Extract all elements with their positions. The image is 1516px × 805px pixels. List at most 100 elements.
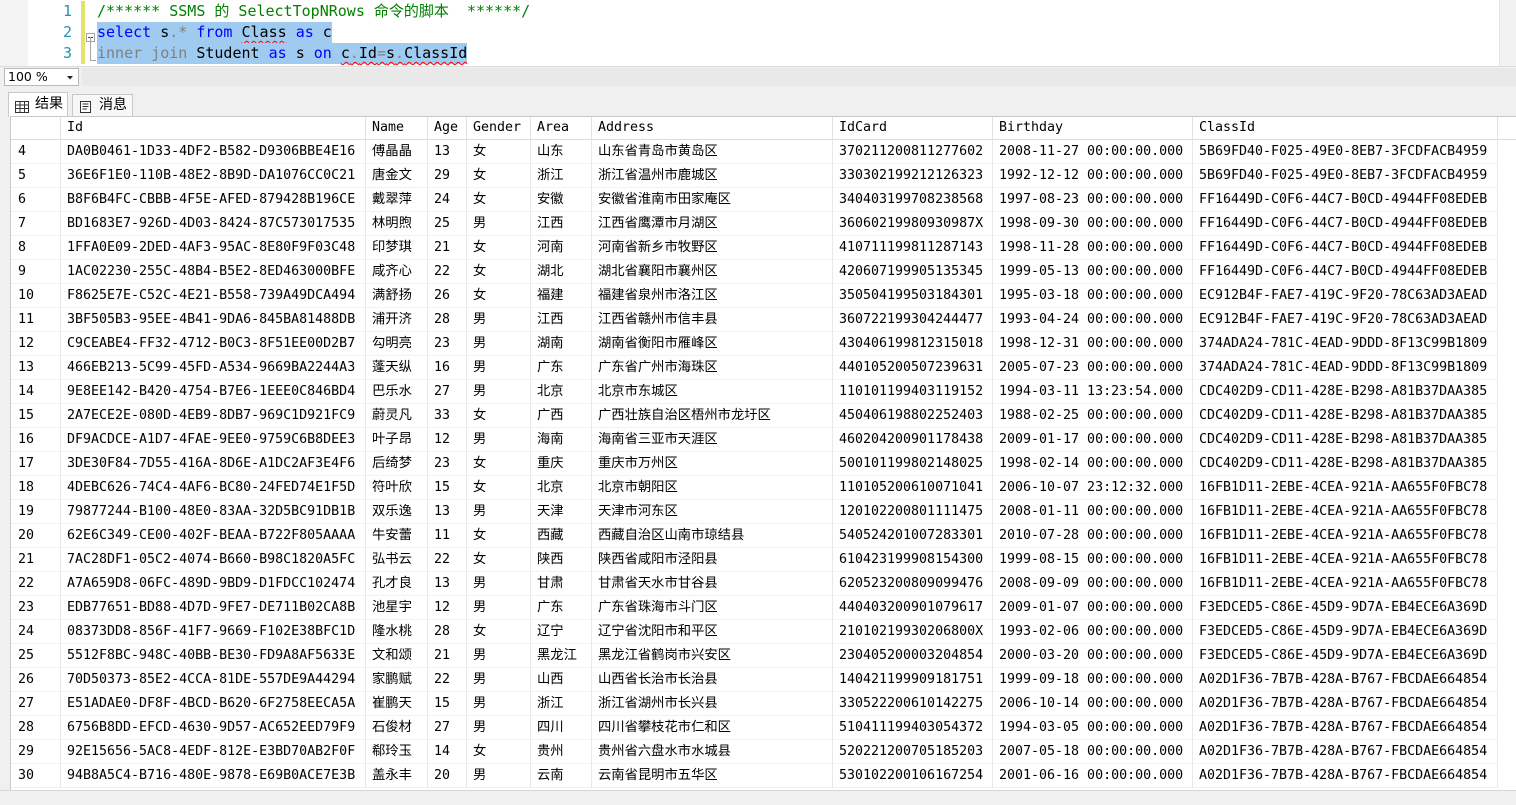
cell-address[interactable]: 陕西省咸阳市泾阳县 (592, 548, 833, 572)
cell-name[interactable]: 孔才良 (366, 572, 428, 596)
cell-birthday[interactable]: 2008-11-27 00:00:00.000 (993, 140, 1193, 164)
result-row[interactable]: 24 08373DD8-856F-41F7-9669-F102E38BFC1D 隆水… (11, 620, 1516, 644)
cell-row-number[interactable]: 5 (11, 164, 61, 188)
result-row[interactable]: 8 1FFA0E09-2DED-4AF3-95AC-8E80F9F03C48 印梦琪… (11, 236, 1516, 260)
column-header-age[interactable]: Age (428, 117, 467, 139)
result-row[interactable]: 26 70D50373-85E2-4CCA-81DE-557DE9A44294 家鹏… (11, 668, 1516, 692)
cell-classid[interactable]: CDC402D9-CD11-428E-B298-A81B37DAA385 (1193, 428, 1498, 452)
cell-name[interactable]: 咸齐心 (366, 260, 428, 284)
cell-id[interactable]: 7AC28DF1-05C2-4074-B660-B98C1820A5FC (61, 548, 366, 572)
cell-name[interactable]: 池星宇 (366, 596, 428, 620)
cell-name[interactable]: 勾明亮 (366, 332, 428, 356)
cell-area[interactable]: 云南 (531, 764, 592, 788)
cell-gender[interactable]: 女 (467, 188, 531, 212)
cell-age[interactable]: 11 (428, 524, 467, 548)
cell-address[interactable]: 辽宁省沈阳市和平区 (592, 620, 833, 644)
result-row[interactable]: 28 6756B8DD-EFCD-4630-9D57-AC652EED79F9 石俊… (11, 716, 1516, 740)
cell-birthday[interactable]: 1998-02-14 00:00:00.000 (993, 452, 1193, 476)
column-header-idcard[interactable]: IdCard (833, 117, 993, 139)
cell-birthday[interactable]: 1994-03-05 00:00:00.000 (993, 716, 1193, 740)
cell-address[interactable]: 浙江省湖州市长兴县 (592, 692, 833, 716)
result-row[interactable]: 5 36E6F1E0-110B-48E2-8B9D-DA1076CC0C21 唐金文… (11, 164, 1516, 188)
cell-id[interactable]: 70D50373-85E2-4CCA-81DE-557DE9A44294 (61, 668, 366, 692)
cell-classid[interactable]: CDC402D9-CD11-428E-B298-A81B37DAA385 (1193, 452, 1498, 476)
cell-address[interactable]: 北京市朝阳区 (592, 476, 833, 500)
cell-row-number[interactable]: 11 (11, 308, 61, 332)
cell-area[interactable]: 广东 (531, 596, 592, 620)
cell-gender[interactable]: 女 (467, 740, 531, 764)
cell-idcard[interactable]: 330302199212126323 (833, 164, 993, 188)
editor-line[interactable]: 2 select s.* from Class as c (0, 22, 1498, 43)
cell-gender[interactable]: 女 (467, 404, 531, 428)
result-row[interactable]: 30 94B8A5C4-B716-480E-9878-E69B0ACE7E3B 盖永… (11, 764, 1516, 788)
cell-area[interactable]: 天津 (531, 500, 592, 524)
cell-age[interactable]: 25 (428, 212, 467, 236)
cell-id[interactable]: 466EB213-5C99-45FD-A534-9669BA2244A3 (61, 356, 366, 380)
cell-idcard[interactable]: 110101199403119152 (833, 380, 993, 404)
cell-birthday[interactable]: 1998-11-28 00:00:00.000 (993, 236, 1193, 260)
result-row[interactable]: 16 DF9ACDCE-A1D7-4FAE-9EE0-9759C6B8DEE3 叶子… (11, 428, 1516, 452)
cell-idcard[interactable]: 370211200811277602 (833, 140, 993, 164)
cell-idcard[interactable]: 440105200507239631 (833, 356, 993, 380)
cell-address[interactable]: 北京市东城区 (592, 380, 833, 404)
editor-line[interactable]: 3 inner join Student as s on c.Id=s.Class… (0, 43, 1498, 64)
cell-area[interactable]: 安徽 (531, 188, 592, 212)
cell-birthday[interactable]: 1999-05-13 00:00:00.000 (993, 260, 1193, 284)
cell-birthday[interactable]: 2007-05-18 00:00:00.000 (993, 740, 1193, 764)
result-row[interactable]: 29 92E15656-5AC8-4EDF-812E-E3BD70AB2F0F 郗玲… (11, 740, 1516, 764)
cell-idcard[interactable]: 450406198802252403 (833, 404, 993, 428)
cell-birthday[interactable]: 2010-07-28 00:00:00.000 (993, 524, 1193, 548)
cell-row-number[interactable]: 28 (11, 716, 61, 740)
cell-row-number[interactable]: 26 (11, 668, 61, 692)
cell-name[interactable]: 傅晶晶 (366, 140, 428, 164)
editor-horizontal-scrollbar[interactable] (82, 68, 1516, 86)
cell-name[interactable]: 后绮梦 (366, 452, 428, 476)
cell-idcard[interactable]: 440403200901079617 (833, 596, 993, 620)
cell-id[interactable]: F8625E7E-C52C-4E21-B558-739A49DCA494 (61, 284, 366, 308)
cell-address[interactable]: 黑龙江省鹤岗市兴安区 (592, 644, 833, 668)
cell-gender[interactable]: 女 (467, 524, 531, 548)
cell-address[interactable]: 湖南省衡阳市雁峰区 (592, 332, 833, 356)
cell-age[interactable]: 20 (428, 764, 467, 788)
cell-address[interactable]: 甘肃省天水市甘谷县 (592, 572, 833, 596)
cell-row-number[interactable]: 29 (11, 740, 61, 764)
result-row[interactable]: 9 1AC02230-255C-48B4-B5E2-8ED463000BFE 咸齐心… (11, 260, 1516, 284)
cell-classid[interactable]: 16FB1D11-2EBE-4CEA-921A-AA655F0FBC78 (1193, 500, 1498, 524)
cell-name[interactable]: 浦开济 (366, 308, 428, 332)
cell-idcard[interactable]: 120102200801111475 (833, 500, 993, 524)
cell-name[interactable]: 蔚灵凡 (366, 404, 428, 428)
result-row[interactable]: 14 9E8EE142-B420-4754-B7E6-1EEE0C846BD4 巴乐… (11, 380, 1516, 404)
cell-name[interactable]: 蓬天纵 (366, 356, 428, 380)
cell-age[interactable]: 15 (428, 692, 467, 716)
cell-area[interactable]: 广西 (531, 404, 592, 428)
cell-gender[interactable]: 男 (467, 572, 531, 596)
cell-gender[interactable]: 女 (467, 260, 531, 284)
cell-classid[interactable]: F3EDCED5-C86E-45D9-9D7A-EB4ECE6A369D (1193, 620, 1498, 644)
cell-classid[interactable]: A02D1F36-7B7B-428A-B767-FBCDAE664854 (1193, 716, 1498, 740)
cell-idcard[interactable]: 540524201007283301 (833, 524, 993, 548)
column-header-id[interactable]: Id (61, 117, 366, 139)
cell-id[interactable]: 1AC02230-255C-48B4-B5E2-8ED463000BFE (61, 260, 366, 284)
cell-idcard[interactable]: 460204200901178438 (833, 428, 993, 452)
cell-row-number[interactable]: 7 (11, 212, 61, 236)
cell-classid[interactable]: EC912B4F-FAE7-419C-9F20-78C63AD3AEAD (1193, 284, 1498, 308)
cell-row-number[interactable]: 17 (11, 452, 61, 476)
cell-birthday[interactable]: 2009-01-07 00:00:00.000 (993, 596, 1193, 620)
cell-birthday[interactable]: 2008-09-09 00:00:00.000 (993, 572, 1193, 596)
cell-name[interactable]: 巴乐水 (366, 380, 428, 404)
cell-age[interactable]: 12 (428, 596, 467, 620)
cell-name[interactable]: 弘书云 (366, 548, 428, 572)
cell-idcard[interactable]: 520221200705185203 (833, 740, 993, 764)
cell-name[interactable]: 双乐逸 (366, 500, 428, 524)
cell-area[interactable]: 江西 (531, 212, 592, 236)
cell-name[interactable]: 叶子昂 (366, 428, 428, 452)
cell-idcard[interactable]: 350504199503184301 (833, 284, 993, 308)
cell-id[interactable]: BD1683E7-926D-4D03-8424-87C573017535 (61, 212, 366, 236)
cell-name[interactable]: 林明煦 (366, 212, 428, 236)
cell-gender[interactable]: 女 (467, 452, 531, 476)
editor-line[interactable]: 1 /****** SSMS 的 SelectTopNRows 命令的脚本 ***… (0, 1, 1498, 22)
result-row[interactable]: 7 BD1683E7-926D-4D03-8424-87C573017535 林明煦… (11, 212, 1516, 236)
cell-name[interactable]: 戴翠萍 (366, 188, 428, 212)
cell-gender[interactable]: 男 (467, 668, 531, 692)
column-header-classid[interactable]: ClassId (1193, 117, 1498, 139)
